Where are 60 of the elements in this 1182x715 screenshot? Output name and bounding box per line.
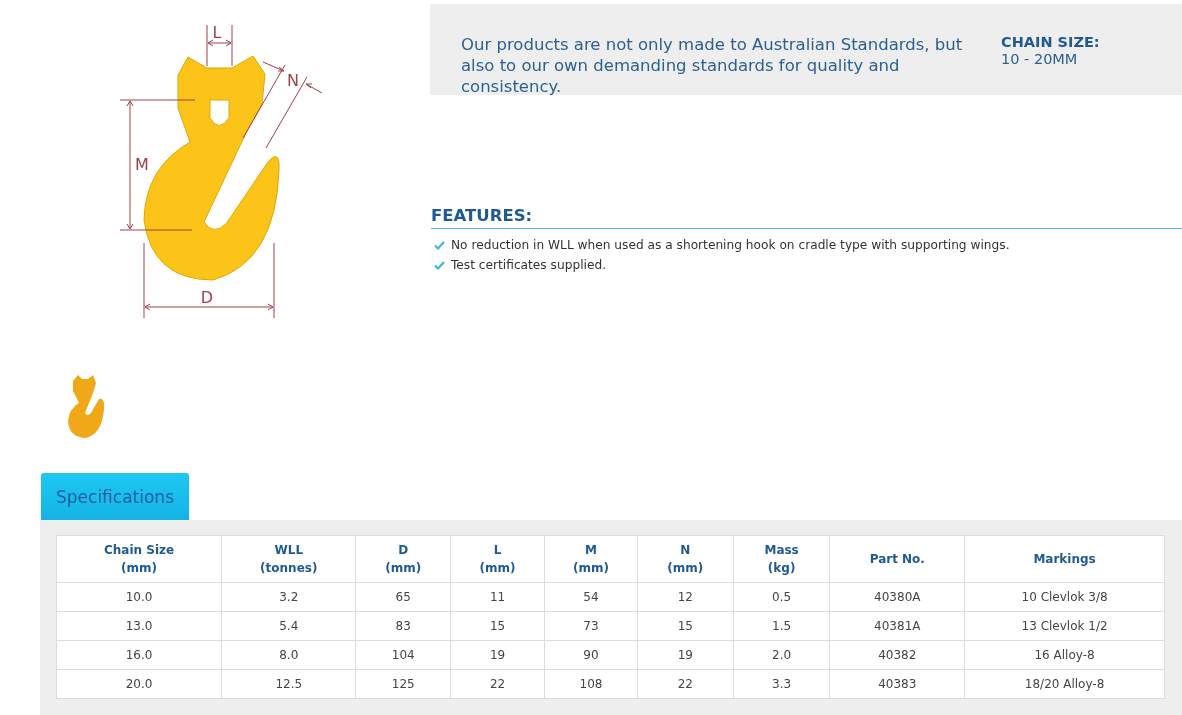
feature-text: Test certificates supplied. [451, 258, 607, 272]
table-cell: 108 [544, 669, 638, 699]
table-cell: 40382 [829, 640, 965, 670]
table-cell: 22 [637, 669, 734, 699]
column-header: Chain Size (mm) [56, 535, 222, 583]
check-icon [434, 240, 445, 250]
table-cell: 54 [544, 582, 638, 612]
dimension-line [206, 24, 233, 67]
dimension-label: M [135, 155, 149, 174]
column-header: N (mm) [637, 535, 734, 583]
chain-size-label: CHAIN SIZE: [1001, 34, 1100, 50]
table-cell: 10.0 [56, 582, 222, 612]
table-cell: 18/20 Alloy-8 [964, 669, 1165, 699]
column-header: WLL (tonnes) [221, 535, 356, 583]
column-header: Markings [964, 535, 1165, 583]
dimension-label: N [287, 71, 299, 90]
hook-thumbnail [65, 375, 105, 439]
feature-text: No reduction in WLL when used as a shortening hook on cradle type with supporting wings. [451, 238, 1010, 252]
table-cell: 40381A [829, 611, 965, 641]
column-header: Part No. [829, 535, 965, 583]
table-cell: 40380A [829, 582, 965, 612]
table-cell: 11 [450, 582, 545, 612]
table-cell: 19 [637, 640, 734, 670]
column-header: M (mm) [544, 535, 638, 583]
table-cell: 0.5 [733, 582, 830, 612]
column-header: Mass (kg) [733, 535, 830, 583]
specifications-tab[interactable]: Specifications [41, 473, 189, 520]
table-cell: 19 [450, 640, 545, 670]
table-cell: 5.4 [221, 611, 356, 641]
table-cell: 90 [544, 640, 638, 670]
table-cell: 125 [355, 669, 451, 699]
table-cell: 1.5 [733, 611, 830, 641]
check-icon [434, 260, 445, 270]
dimension-label: L [212, 23, 222, 42]
table-cell: 12 [637, 582, 734, 612]
table-cell: 15 [637, 611, 734, 641]
table-cell: 12.5 [221, 669, 356, 699]
chain-size-value: 10 - 20MM [1001, 51, 1079, 67]
intro-text: Our products are not only made to Australian Standards, but also to our own demanding standards for quality and consistency. [461, 34, 964, 95]
column-header: L (mm) [450, 535, 545, 583]
table-cell: 3.3 [733, 669, 830, 699]
table-cell: 65 [355, 582, 451, 612]
table-cell: 104 [355, 640, 451, 670]
table-cell: 2.0 [733, 640, 830, 670]
table-cell: 13 Clevlok 1/2 [964, 611, 1165, 641]
table-cell: 13.0 [56, 611, 222, 641]
table-cell: 22 [450, 669, 545, 699]
table-cell: 3.2 [221, 582, 356, 612]
table-cell: 83 [355, 611, 451, 641]
table-cell: 16 Alloy-8 [964, 640, 1165, 670]
features-heading: FEATURES: [431, 205, 1182, 229]
column-header: D (mm) [355, 535, 451, 583]
table-cell: 73 [544, 611, 638, 641]
table-cell: 40383 [829, 669, 965, 699]
table-cell: 16.0 [56, 640, 222, 670]
table-cell: 20.0 [56, 669, 222, 699]
table-cell: 8.0 [221, 640, 356, 670]
table-cell: 15 [450, 611, 545, 641]
table-cell: 10 Clevlok 3/8 [964, 582, 1165, 612]
dimension-label: D [200, 288, 214, 307]
